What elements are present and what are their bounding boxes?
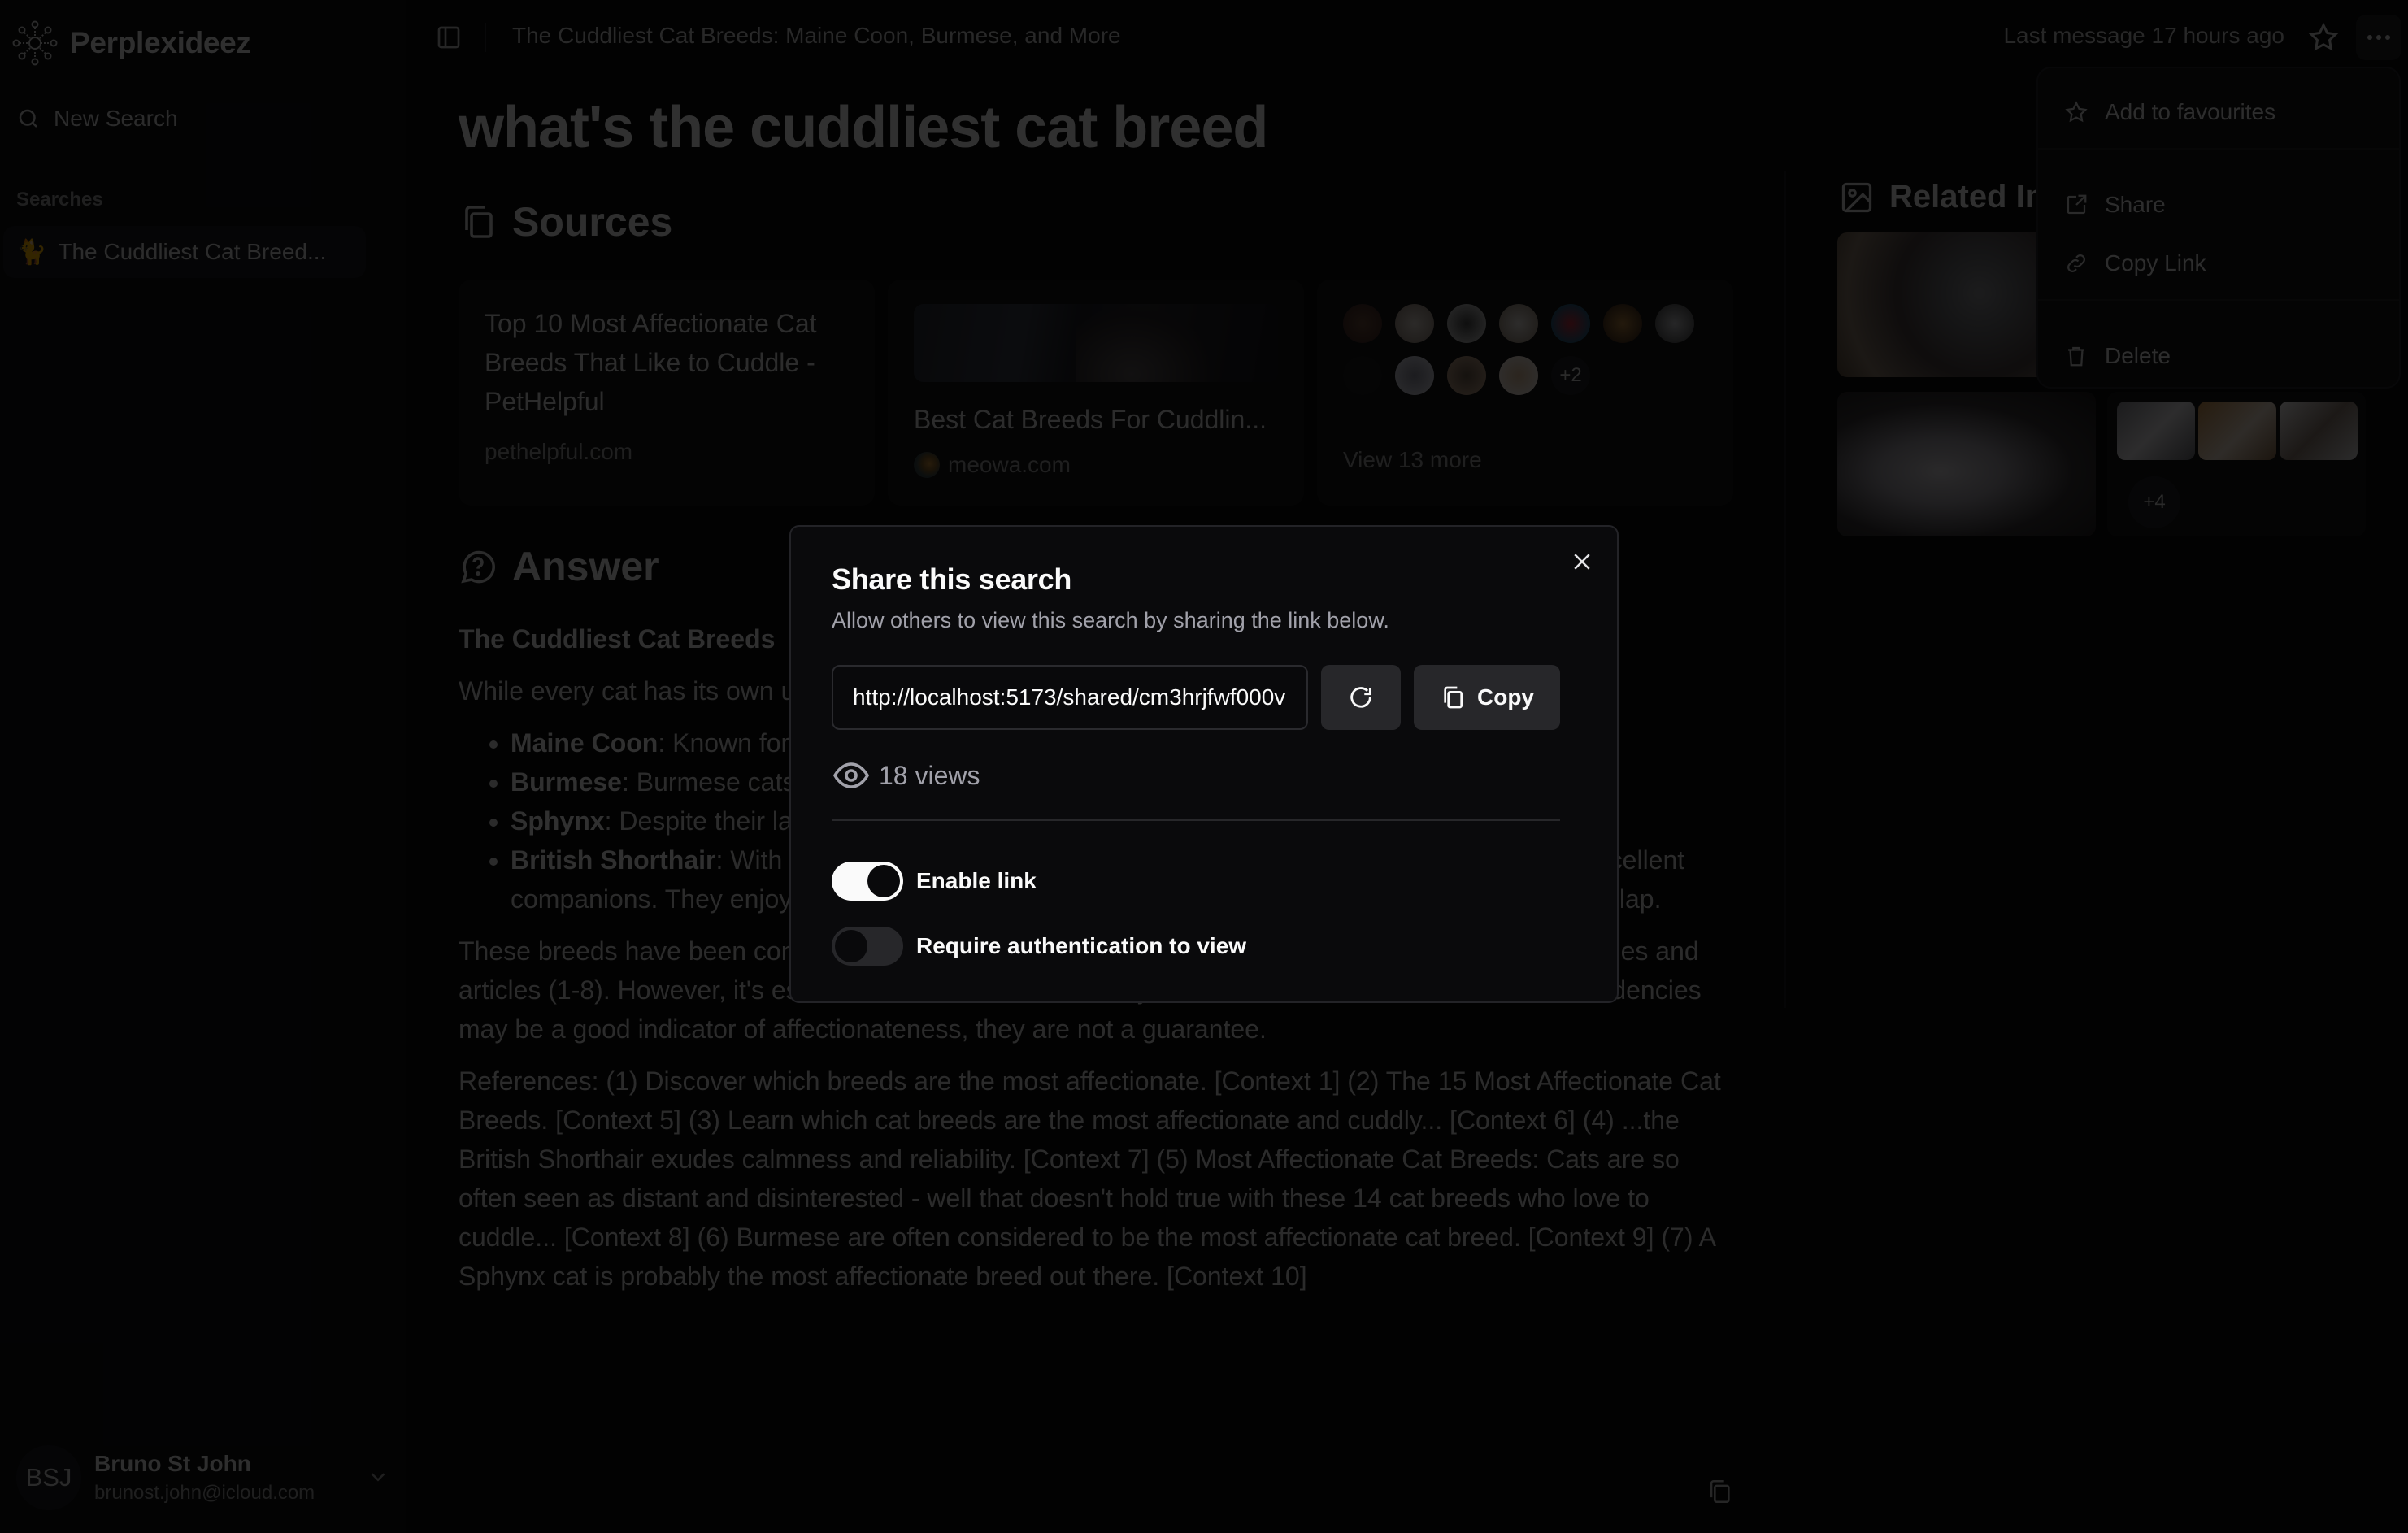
close-icon[interactable] bbox=[1570, 549, 1594, 574]
enable-link-row: Enable link bbox=[832, 862, 1037, 901]
dialog-separator bbox=[832, 819, 1560, 821]
eye-icon bbox=[832, 762, 870, 788]
toggle-knob bbox=[835, 930, 867, 962]
dialog-title: Share this search bbox=[832, 562, 1072, 596]
share-link-input[interactable] bbox=[832, 665, 1308, 730]
copy-link-button[interactable]: Copy bbox=[1414, 665, 1560, 730]
require-auth-toggle[interactable] bbox=[832, 927, 903, 966]
require-auth-label: Require authentication to view bbox=[916, 933, 1247, 958]
require-auth-row: Require authentication to view bbox=[832, 927, 1246, 966]
copy-icon bbox=[1444, 686, 1463, 709]
copy-button-label: Copy bbox=[1477, 684, 1534, 710]
share-dialog: Share this search Allow others to view t… bbox=[789, 525, 1619, 1003]
view-count-text: 18 views bbox=[879, 760, 980, 790]
refresh-icon bbox=[1350, 687, 1371, 708]
dialog-description: Allow others to view this search by shar… bbox=[832, 608, 1389, 632]
enable-link-label: Enable link bbox=[916, 868, 1037, 893]
enable-link-toggle[interactable] bbox=[832, 862, 903, 901]
toggle-knob bbox=[867, 865, 900, 897]
regenerate-link-button[interactable] bbox=[1321, 665, 1401, 730]
view-count: 18 views bbox=[832, 756, 980, 795]
